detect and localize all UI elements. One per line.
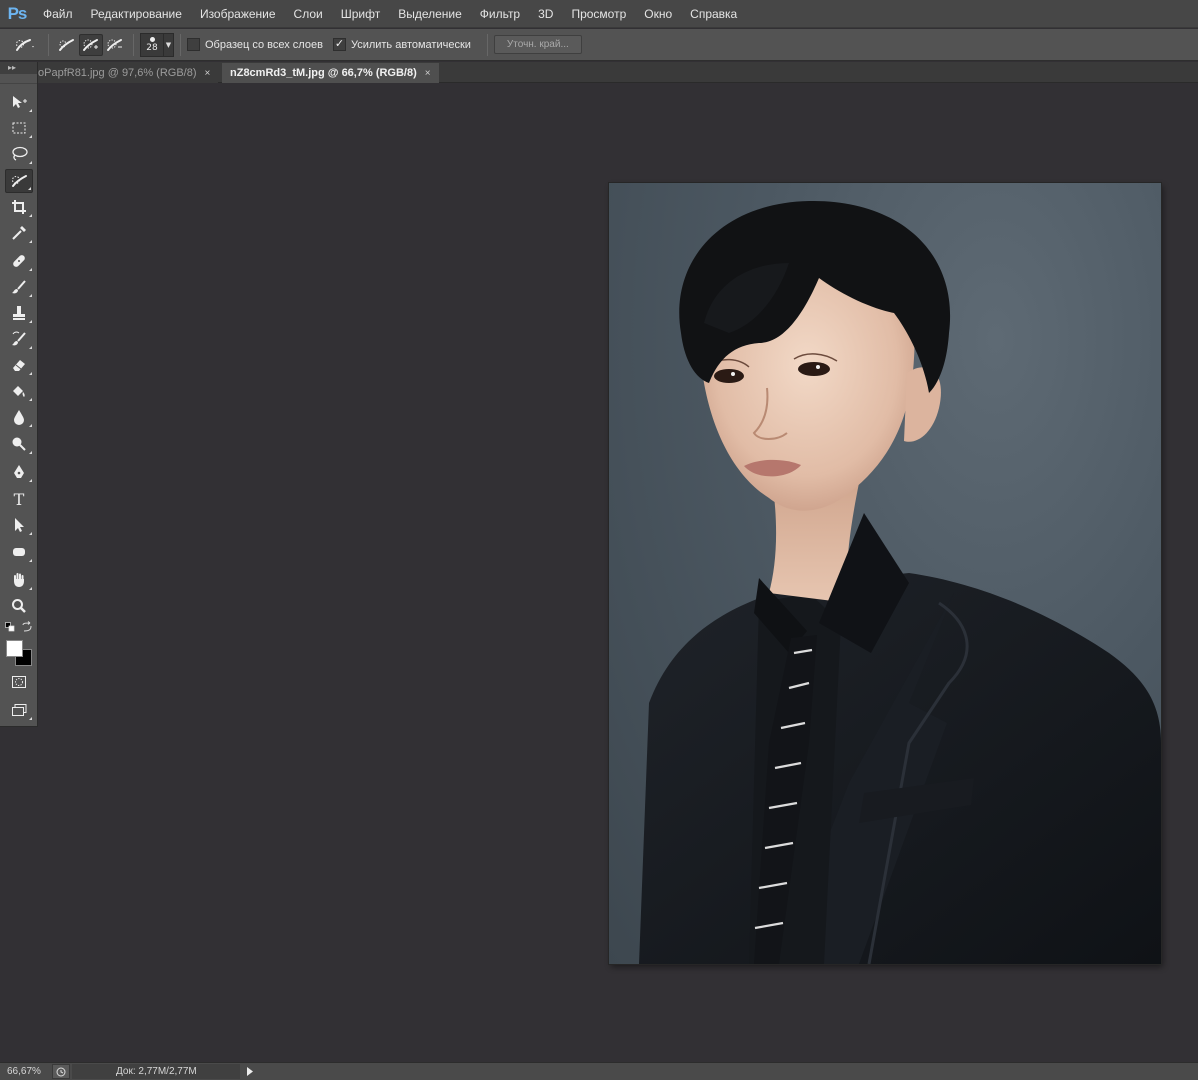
history-brush-tool-icon[interactable] [5, 327, 33, 351]
options-separator [133, 33, 134, 56]
tool-flyout-indicator [29, 717, 32, 720]
close-icon[interactable]: × [205, 68, 211, 79]
tool-flyout-indicator [28, 187, 31, 190]
document-canvas-image[interactable] [609, 183, 1161, 964]
hand-tool-icon[interactable] [5, 568, 33, 592]
menu-view[interactable]: Просмотр [562, 0, 635, 28]
tool-flyout-indicator [29, 214, 32, 217]
tool-flyout-indicator [29, 398, 32, 401]
document-tab-active[interactable]: nZ8cmRd3_tM.jpg @ 66,7% (RGB/8) × [222, 63, 439, 83]
swap-colors-icon[interactable] [21, 621, 33, 633]
marquee-tool-icon[interactable] [5, 116, 33, 140]
tool-flyout-indicator [29, 320, 32, 323]
tool-preset-picker[interactable] [8, 34, 42, 56]
menu-window[interactable]: Окно [635, 0, 681, 28]
status-info-icon[interactable] [52, 1064, 70, 1079]
pen-tool-icon[interactable] [5, 460, 33, 484]
menu-select[interactable]: Выделение [389, 0, 471, 28]
clone-stamp-tool-icon[interactable] [5, 301, 33, 325]
menu-image[interactable]: Изображение [191, 0, 285, 28]
menu-help[interactable]: Справка [681, 0, 746, 28]
tool-flyout-indicator [29, 559, 32, 562]
healing-brush-tool-icon[interactable] [5, 249, 33, 273]
quick-selection-tool-icon[interactable] [5, 169, 33, 193]
menu-filter[interactable]: Фильтр [471, 0, 529, 28]
tool-flyout-indicator [29, 479, 32, 482]
document-tab-inactive[interactable]: oPapfR81.jpg @ 97,6% (RGB/8) × [30, 63, 219, 83]
tool-flyout-indicator [29, 346, 32, 349]
tool-flyout-indicator [29, 424, 32, 427]
type-tool-icon[interactable]: T [5, 487, 33, 511]
eraser-tool-icon[interactable] [5, 353, 33, 377]
portrait-photo [639, 200, 1161, 964]
tools-panel-grip[interactable] [0, 74, 37, 84]
tool-flyout-indicator [29, 135, 32, 138]
add-selection-brush-icon [83, 38, 98, 51]
close-icon[interactable]: × [425, 68, 431, 79]
status-bar: 66,67% Док: 2,77M/2,77M [0, 1062, 1198, 1080]
document-size-info: Док: 2,77M/2,77M [116, 1066, 197, 1077]
options-separator [486, 33, 488, 56]
tool-flyout-indicator [29, 372, 32, 375]
zoom-level[interactable]: 66,67% [7, 1066, 41, 1077]
selection-brush-icon [59, 38, 74, 51]
tool-flyout-indicator [29, 109, 32, 112]
subtract-selection-brush-icon [107, 38, 122, 51]
subtract-from-selection-mode-button[interactable] [103, 34, 127, 56]
lasso-tool-icon[interactable] [5, 142, 33, 166]
options-separator [180, 33, 181, 56]
auto-enhance-checkbox[interactable]: ✓ [332, 38, 346, 51]
sample-all-layers-label: Образец со всех слоев [205, 38, 323, 51]
quick-mask-icon[interactable] [5, 670, 33, 694]
path-selection-tool-icon[interactable] [5, 513, 33, 537]
tool-flyout-indicator [29, 161, 32, 164]
paint-bucket-tool-icon[interactable] [5, 379, 33, 403]
move-tool-icon[interactable] [5, 90, 33, 114]
screen-mode-icon[interactable] [5, 698, 33, 722]
brush-size-picker[interactable]: 28 [140, 32, 164, 57]
doc-info-panel: Док: 2,77M/2,77M [72, 1064, 240, 1079]
add-to-selection-mode-button[interactable] [79, 33, 103, 56]
quick-selection-icon [16, 38, 34, 51]
menu-bar: Ps Файл Редактирование Изображение Слои … [0, 0, 1198, 28]
menu-layer[interactable]: Слои [285, 0, 332, 28]
sample-all-layers-option[interactable]: Образец со всех слоев [187, 38, 323, 51]
options-separator [48, 33, 49, 56]
brush-size-value: 28 [146, 42, 158, 53]
tool-flyout-indicator [29, 268, 32, 271]
dodge-tool-icon[interactable] [5, 432, 33, 456]
tools-panel: ▸▸ T [0, 62, 38, 727]
brush-dropdown-arrow[interactable]: ▼ [164, 32, 174, 57]
brush-tip-icon [149, 36, 155, 42]
tool-flyout-indicator [29, 587, 32, 590]
zoom-tool-icon[interactable] [5, 594, 33, 618]
foreground-color-swatch[interactable] [6, 640, 23, 657]
blur-tool-icon[interactable] [5, 405, 33, 429]
tool-flyout-indicator [29, 532, 32, 535]
eyedropper-tool-icon[interactable] [5, 221, 33, 245]
document-tab-bar: oPapfR81.jpg @ 97,6% (RGB/8) × nZ8cmRd3_… [0, 62, 1198, 83]
new-selection-mode-button[interactable] [55, 34, 79, 56]
tool-flyout-indicator [29, 294, 32, 297]
tool-flyout-indicator [29, 240, 32, 243]
tools-panel-collapse-icon[interactable]: ▸▸ [0, 62, 37, 74]
tool-flyout-indicator [29, 451, 32, 454]
menu-3d[interactable]: 3D [529, 0, 562, 28]
auto-enhance-option[interactable]: ✓ Усилить автоматически [332, 38, 471, 51]
menu-file[interactable]: Файл [34, 0, 82, 28]
options-bar: 28 ▼ Образец со всех слоев ✓ Усилить авт… [0, 29, 1198, 61]
auto-enhance-label: Усилить автоматически [350, 38, 471, 51]
crop-tool-icon[interactable] [5, 195, 33, 219]
menu-edit[interactable]: Редактирование [82, 0, 191, 28]
status-menu-arrow-icon[interactable] [244, 1065, 256, 1078]
photoshop-logo: Ps [7, 3, 28, 23]
refine-edge-button[interactable]: Уточн. край... [493, 35, 582, 54]
menu-type[interactable]: Шрифт [332, 0, 389, 28]
document-tab-label: oPapfR81.jpg @ 97,6% (RGB/8) [38, 67, 197, 79]
document-tab-label: nZ8cmRd3_tM.jpg @ 66,7% (RGB/8) [230, 67, 417, 79]
brush-tool-icon[interactable] [5, 275, 33, 299]
shape-tool-icon[interactable] [5, 540, 33, 564]
default-colors-icon[interactable] [5, 622, 15, 632]
sample-all-layers-checkbox[interactable] [187, 38, 200, 51]
